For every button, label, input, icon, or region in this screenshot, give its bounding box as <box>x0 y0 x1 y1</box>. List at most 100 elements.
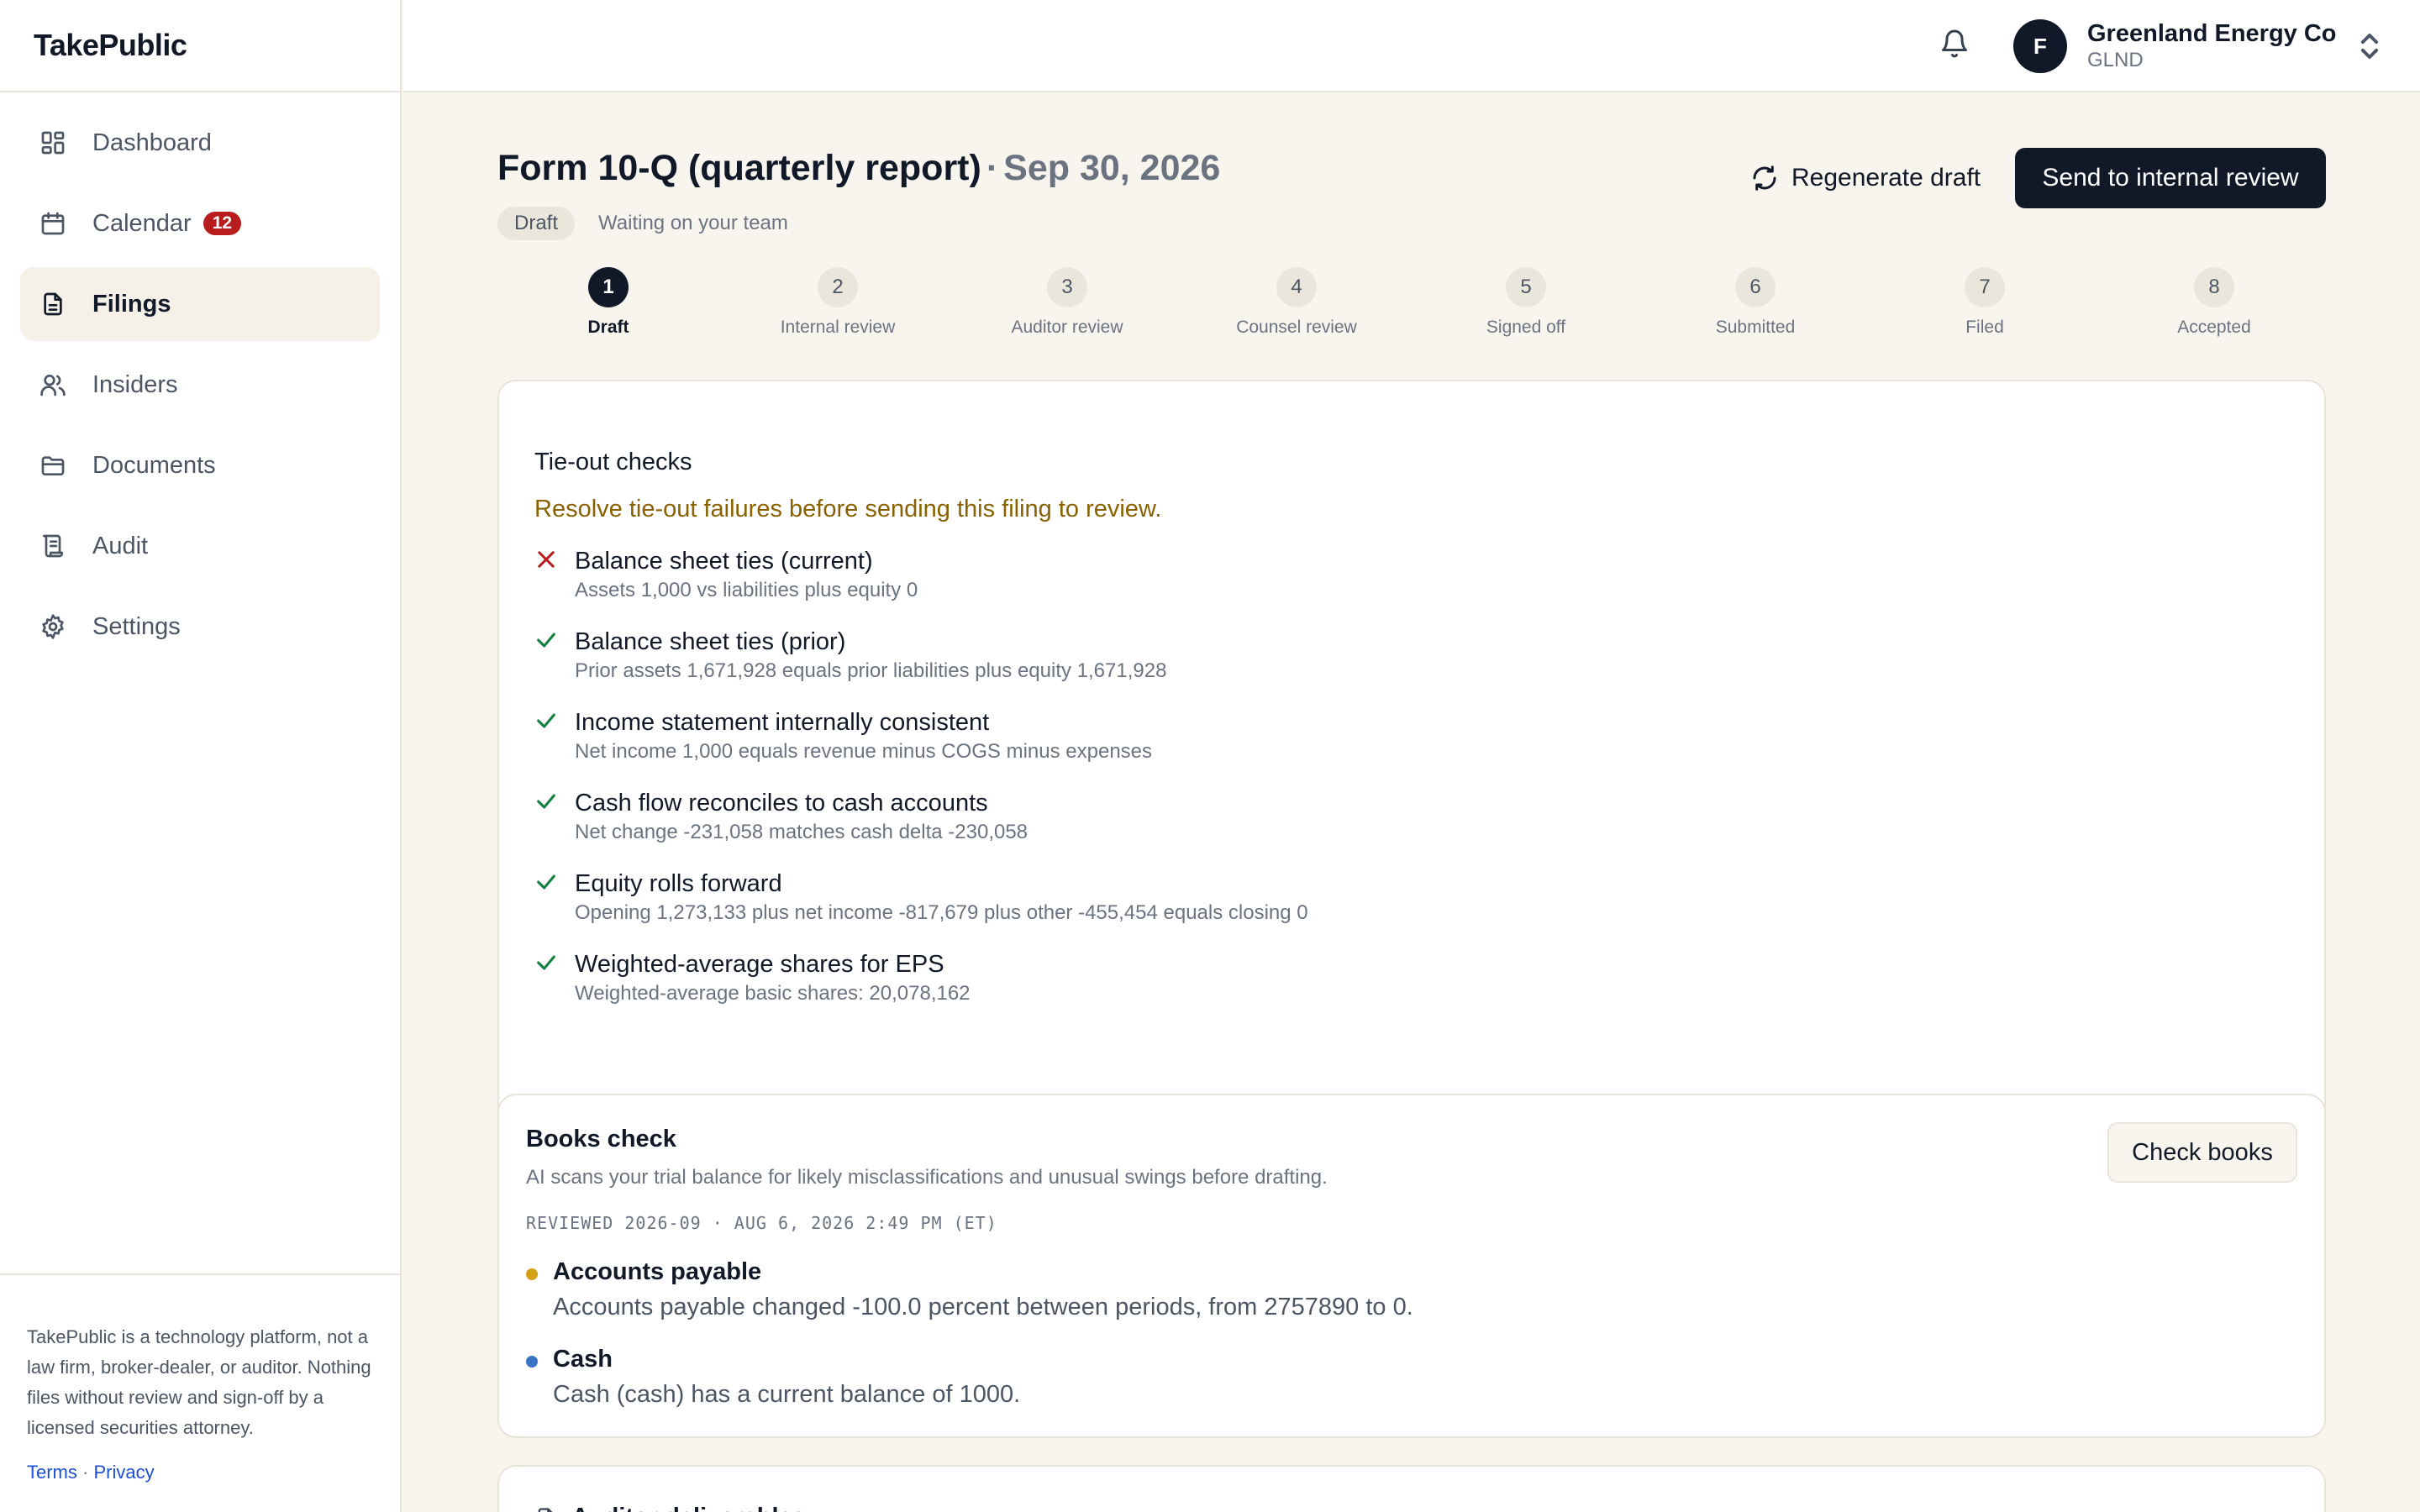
status-badge: Draft <box>497 207 576 240</box>
sidebar-item-label: Documents <box>92 451 216 479</box>
sidebar-item-label: Audit <box>92 532 149 559</box>
check-icon <box>534 790 560 815</box>
step-auditor-review[interactable]: 3 Auditor review <box>975 267 1160 338</box>
filing-header: Form 10-Q (quarterly report) · Sep 30, 202… <box>497 92 2326 244</box>
step-number: 7 <box>1965 267 2005 307</box>
company-switcher[interactable]: F Greenland Energy Co GLND <box>2013 19 2381 73</box>
check-item: Equity rolls forward Opening 1,273,133 p… <box>534 869 1308 949</box>
filing-title: Form 10-Q (quarterly report) <box>497 148 981 188</box>
step-counsel-review[interactable]: 4 Counsel review <box>1204 267 1389 338</box>
check-detail: Net change -231,058 matches cash delta -… <box>575 821 1028 843</box>
status-row: Draft Waiting on your team <box>497 207 788 240</box>
step-number: 2 <box>818 267 858 307</box>
company-name: Greenland Energy Co <box>2087 20 2337 47</box>
step-accepted[interactable]: 8 Accepted <box>2122 267 2307 338</box>
tie-out-check-list: Balance sheet ties (current) Assets 1,00… <box>534 546 1308 1030</box>
check-item: Balance sheet ties (current) Assets 1,00… <box>534 546 1308 627</box>
document-icon <box>538 1507 553 1512</box>
check-detail: Assets 1,000 vs liabilities plus equity … <box>575 579 918 601</box>
check-books-button[interactable]: Check books <box>2107 1122 2297 1183</box>
info-dot-icon <box>526 1356 538 1368</box>
sidebar-item-settings[interactable]: Settings <box>20 590 380 664</box>
sidebar-item-label: Insiders <box>92 370 178 398</box>
check-item: Cash flow reconciles to cash accounts Ne… <box>534 788 1308 869</box>
auditor-deliverables-title: Auditor deliverables <box>571 1504 806 1512</box>
dashboard-icon <box>39 129 67 157</box>
check-item: Weighted-average shares for EPS Weighted… <box>534 949 1308 1030</box>
company-info: Greenland Energy Co GLND <box>2087 19 2337 73</box>
sidebar-item-dashboard[interactable]: Dashboard <box>20 106 380 180</box>
chevron-up-down-icon <box>2359 29 2381 63</box>
step-number: 1 <box>588 267 629 307</box>
finding-title: Accounts payable <box>553 1258 762 1285</box>
avatar: F <box>2013 19 2067 73</box>
step-submitted[interactable]: 6 Submitted <box>1663 267 1848 338</box>
step-label: Accepted <box>2177 318 2251 337</box>
step-label: Auditor review <box>1011 318 1123 337</box>
step-draft[interactable]: 1 Draft <box>516 267 701 338</box>
regenerate-label: Regenerate draft <box>1791 164 1981 192</box>
books-check-title: Books check <box>526 1126 676 1152</box>
footer-links: Terms · Privacy <box>27 1462 375 1483</box>
sidebar-footer: TakePublic is a technology platform, not… <box>0 1273 400 1512</box>
step-label: Submitted <box>1715 318 1796 337</box>
sidebar-item-calendar[interactable]: Calendar 12 <box>20 186 380 260</box>
terms-link[interactable]: Terms <box>27 1462 77 1483</box>
step-label: Counsel review <box>1236 318 1357 337</box>
check-title: Balance sheet ties (current) <box>575 548 873 575</box>
check-title: Balance sheet ties (prior) <box>575 628 846 655</box>
auditor-deliverables-card: Auditor deliverables <box>497 1465 2326 1512</box>
file-icon <box>39 290 67 318</box>
sidebar: TakePublic Dashboard Calendar 12 Filings <box>0 0 402 1512</box>
check-item: Balance sheet ties (prior) Prior assets … <box>534 627 1308 707</box>
step-label: Signed off <box>1486 318 1566 337</box>
step-signed-off[interactable]: 5 Signed off <box>1434 267 1618 338</box>
reviewed-timestamp: REVIEWED 2026-09 · AUG 6, 2026 2:49 PM (… <box>526 1213 997 1233</box>
check-detail: Opening 1,273,133 plus net income -817,6… <box>575 901 1308 924</box>
main-content: Form 10-Q (quarterly report) · Sep 30, 202… <box>497 92 2326 1512</box>
check-item: Income statement internally consistent N… <box>534 707 1308 788</box>
footer-separator: · <box>82 1462 89 1483</box>
check-title: Income statement internally consistent <box>575 709 990 736</box>
step-label: Filed <box>1965 318 2004 337</box>
send-to-internal-review-button[interactable]: Send to internal review <box>2015 148 2326 208</box>
privacy-link[interactable]: Privacy <box>93 1462 154 1483</box>
check-detail: Net income 1,000 equals revenue minus CO… <box>575 740 1153 763</box>
step-number: 8 <box>2194 267 2234 307</box>
check-detail: Prior assets 1,671,928 equals prior liab… <box>575 659 1167 682</box>
sidebar-item-insiders[interactable]: Insiders <box>20 348 380 422</box>
calendar-count-badge: 12 <box>203 212 242 235</box>
filing-period: Sep 30, 2026 <box>1003 148 1221 188</box>
check-icon <box>534 709 560 734</box>
step-label: Draft <box>587 318 629 337</box>
books-check-subtitle: AI scans your trial balance for likely m… <box>526 1166 1328 1189</box>
legal-disclaimer: TakePublic is a technology platform, not… <box>27 1326 371 1438</box>
x-icon <box>534 548 560 573</box>
step-label: Internal review <box>780 318 896 337</box>
regenerate-draft-button[interactable]: Regenerate draft <box>1733 148 1999 208</box>
check-detail: Weighted-average basic shares: 20,078,16… <box>575 982 971 1005</box>
sidebar-item-audit[interactable]: Audit <box>20 509 380 583</box>
title-separator: · <box>986 148 999 188</box>
step-number: 5 <box>1506 267 1546 307</box>
sidebar-item-label: Calendar <box>92 209 192 237</box>
scroll-icon <box>39 532 67 560</box>
step-number: 4 <box>1276 267 1317 307</box>
sidebar-nav: Dashboard Calendar 12 Filings Insiders D… <box>0 92 400 664</box>
check-title: Equity rolls forward <box>575 870 782 897</box>
finding-description: Cash (cash) has a current balance of 100… <box>553 1381 1021 1408</box>
tie-out-checks-card: Tie-out checks Resolve tie-out failures … <box>497 380 2326 1159</box>
gear-icon <box>39 612 67 641</box>
finding-item: Accounts payable Accounts payable change… <box>526 1257 1413 1322</box>
finding-item: Cash Cash (cash) has a current balance o… <box>526 1344 1020 1410</box>
folder-icon <box>39 451 67 480</box>
sidebar-item-filings[interactable]: Filings <box>20 267 380 341</box>
auditor-deliverables-heading: Auditor deliverables <box>534 1504 806 1512</box>
finding-title: Cash <box>553 1346 613 1373</box>
notifications-bell-icon[interactable] <box>1939 29 1973 62</box>
warning-dot-icon <box>526 1268 538 1280</box>
step-filed[interactable]: 7 Filed <box>1892 267 2077 338</box>
brand-logo[interactable]: TakePublic <box>0 0 400 92</box>
sidebar-item-documents[interactable]: Documents <box>20 428 380 502</box>
step-internal-review[interactable]: 2 Internal review <box>745 267 930 338</box>
